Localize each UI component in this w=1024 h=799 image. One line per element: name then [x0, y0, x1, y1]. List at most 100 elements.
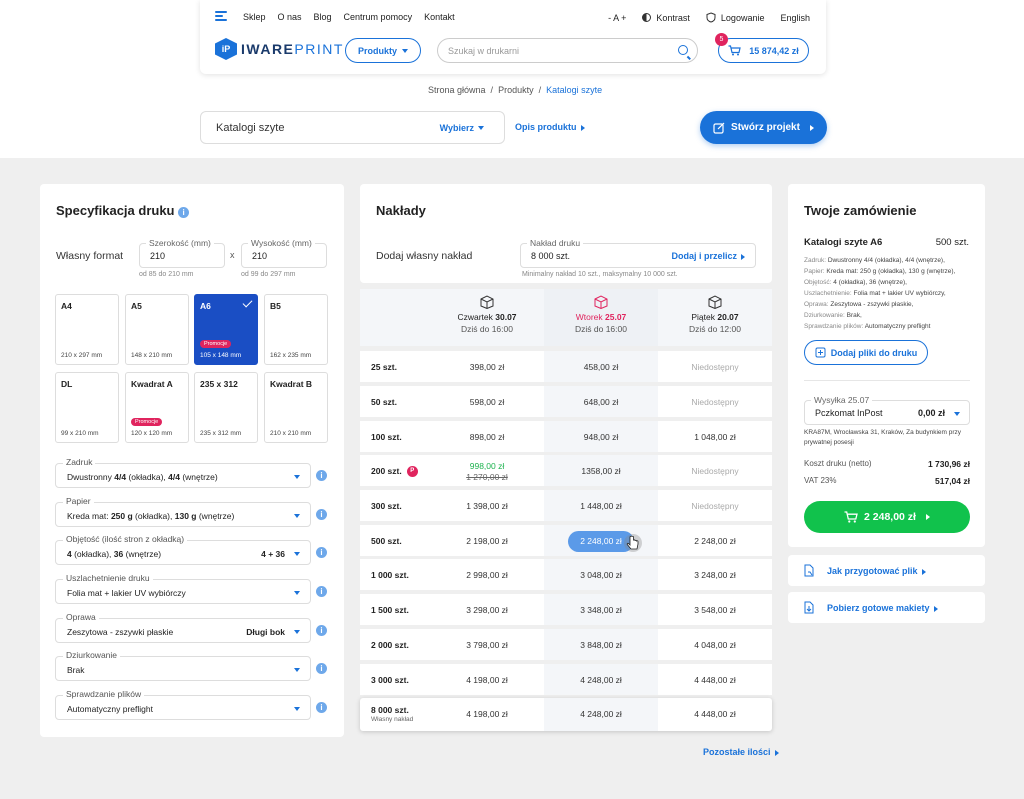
price-cell[interactable]: 648,00 zł [544, 397, 658, 407]
info-icon[interactable]: i [316, 470, 327, 481]
table-row-selected[interactable]: 500 szt. 2 198,00 zł 2 248,00 zł 2 248,00 … [360, 525, 772, 556]
format-dl[interactable]: DL 99 x 210 mm [55, 372, 119, 443]
width-field[interactable]: Szerokość (mm) 210 [139, 238, 225, 268]
price-cell[interactable]: 3 248,00 zł [658, 570, 772, 580]
nav-help[interactable]: Centrum pomocy [344, 12, 413, 22]
info-icon[interactable]: i [316, 586, 327, 597]
pages-option-select[interactable]: Objętość (ilość stron z okładką) 4 (okład… [55, 534, 311, 565]
price-cell[interactable]: 3 048,00 zł [544, 570, 658, 580]
price-cell[interactable]: 598,00 zł [430, 397, 544, 407]
price-cell[interactable]: 458,00 zł [544, 362, 658, 372]
format-a5[interactable]: A5 148 x 210 mm [125, 294, 189, 365]
price-cell[interactable]: 4 198,00 zł [430, 675, 544, 685]
templates-link[interactable]: Pobierz gotowe makiety [827, 603, 938, 613]
price-cell[interactable]: 4 198,00 zł [430, 709, 544, 719]
nav-blog[interactable]: Blog [314, 12, 332, 22]
format-b5[interactable]: B5 162 x 235 mm [264, 294, 328, 365]
file-guide-link[interactable]: Jak przygotować plik [827, 566, 926, 576]
table-row[interactable]: 2 000 szt. 3 798,00 zł 3 848,00 zł 4 048,00… [360, 629, 772, 660]
shipping-select[interactable]: Wysyłka 25.07 Pczkomat InPost 0,00 zł [804, 395, 970, 425]
table-row-custom[interactable]: 8 000 szt. Własny nakład 4 198,00 zł 4 248,… [360, 698, 772, 731]
table-row[interactable]: 3 000 szt. 4 198,00 zł 4 248,00 zł 4 448,00… [360, 664, 772, 695]
format-kwadrat-a[interactable]: Kwadrat A Promocje 120 x 120 mm [125, 372, 189, 443]
format-235x312[interactable]: 235 x 312 235 x 312 mm [194, 372, 258, 443]
info-icon[interactable]: i [316, 509, 327, 520]
price-cell[interactable]: 1 448,00 zł [544, 501, 658, 511]
price-cell[interactable]: 1 048,00 zł [658, 432, 772, 442]
price-cell-promo[interactable]: 998,00 zł [430, 461, 544, 471]
menu-icon[interactable] [215, 11, 227, 23]
table-row[interactable]: 300 szt. 1 398,00 zł 1 448,00 zł Niedostępn… [360, 490, 772, 521]
checkout-button[interactable]: 2 248,00 zł [804, 501, 970, 533]
table-row[interactable]: 100 szt. 898,00 zł 948,00 zł 1 048,00 zł [360, 421, 772, 452]
format-kwadrat-b[interactable]: Kwadrat B 210 x 210 mm [264, 372, 328, 443]
height-field[interactable]: Wysokość (mm) 210 [241, 238, 327, 268]
info-icon[interactable]: i [316, 625, 327, 636]
price-cell[interactable]: 4 248,00 zł [544, 709, 658, 719]
detail-value: Kreda mat: 250 g (okładka), 130 g (wnętr… [824, 268, 956, 275]
logo[interactable]: iP IWAREPRINT [215, 38, 344, 60]
binding-option-select[interactable]: Oprawa Zeszytowa - zszywki płaskie Długi b… [55, 612, 311, 643]
info-icon[interactable]: i [316, 702, 327, 713]
table-row[interactable]: 25 szt. 398,00 zł 458,00 zł Niedostępny [360, 351, 772, 382]
info-icon[interactable]: i [316, 663, 327, 674]
price-cell[interactable]: 898,00 zł [430, 432, 544, 442]
table-row[interactable]: 50 szt. 598,00 zł 648,00 zł Niedostępny [360, 386, 772, 417]
table-row[interactable]: 200 szt. P 998,00 zł 1 270,00 zł 1358,00 zł N… [360, 455, 772, 486]
paper-option-select[interactable]: Papier Kreda mat: 250 g (okładka), 130 g … [55, 496, 311, 527]
table-row[interactable]: 1 000 szt. 2 998,00 zł 3 048,00 zł 3 248,00… [360, 559, 772, 590]
price-cell[interactable]: 2 198,00 zł [430, 536, 544, 546]
detail-key: Objętość: [804, 279, 832, 286]
more-quantities-link[interactable]: Pozostałe ilości [703, 747, 779, 757]
products-dropdown[interactable]: Produkty [345, 38, 421, 63]
file-check-option-select[interactable]: Sprawdzanie plików Automatyczny preflight [55, 689, 311, 720]
price-cell[interactable]: 3 548,00 zł [658, 605, 772, 615]
breadcrumb-home[interactable]: Strona główna [428, 85, 486, 95]
format-a6-selected[interactable]: A6 Promocje 105 x 148 mm [194, 294, 258, 365]
create-project-button[interactable]: Stwórz projekt [700, 111, 827, 144]
price-cell[interactable]: 1 398,00 zł [430, 501, 544, 511]
product-selector[interactable]: Katalogi szyte Wybierz [200, 111, 505, 144]
login-link[interactable]: Logowanie [706, 12, 764, 23]
punching-option-select[interactable]: Dziurkowanie Brak [55, 650, 311, 681]
nav-about[interactable]: O nas [278, 12, 302, 22]
price-cell[interactable]: 3 298,00 zł [430, 605, 544, 615]
price-cell[interactable]: 4 048,00 zł [658, 640, 772, 650]
contrast-toggle[interactable]: Kontrast [642, 13, 690, 23]
price-cell[interactable]: 398,00 zł [430, 362, 544, 372]
nav-contact[interactable]: Kontakt [424, 12, 455, 22]
price-cell[interactable]: 1358,00 zł [544, 466, 658, 476]
breadcrumb-products[interactable]: Produkty [498, 85, 534, 95]
add-files-button[interactable]: Dodaj pliki do druku [804, 340, 928, 365]
delivery-date-column[interactable]: Piątek 20.07 Dziś do 12:00 [658, 289, 772, 334]
search-input[interactable]: Szukaj w drukarni [437, 38, 698, 63]
finishing-option-select[interactable]: Uszlachetnienie druku Folia mat + lakier … [55, 573, 311, 604]
price-cell[interactable]: 3 848,00 zł [544, 640, 658, 650]
info-icon[interactable]: i [316, 547, 327, 558]
search-icon[interactable] [678, 45, 688, 55]
choose-product-button[interactable]: Wybierz [440, 123, 484, 133]
product-description-link[interactable]: Opis produktu [515, 122, 585, 132]
price-cell[interactable]: 4 448,00 zł [658, 675, 772, 685]
price-cell[interactable]: 948,00 zł [544, 432, 658, 442]
vat-value: 517,04 zł [935, 476, 970, 486]
nav-shop[interactable]: Sklep [243, 12, 266, 22]
price-cell[interactable]: 4 248,00 zł [544, 675, 658, 685]
language-switch[interactable]: English [780, 13, 810, 23]
format-a4[interactable]: A4 210 x 297 mm [55, 294, 119, 365]
cart-button[interactable]: 15 874,42 zł [718, 38, 809, 63]
delivery-date-column[interactable]: Czwartek 30.07 Dziś do 16:00 [430, 289, 544, 334]
price-cell[interactable]: 4 448,00 zł [658, 709, 772, 719]
delivery-date-column-selected[interactable]: Wtorek 25.07 Dziś do 16:00 [544, 289, 658, 334]
price-cell[interactable]: 2 248,00 zł [658, 536, 772, 546]
quantity-input[interactable]: Nakład druku 8 000 szt. Dodaj i przelicz [520, 238, 756, 268]
table-row[interactable]: 1 500 szt. 3 298,00 zł 3 348,00 zł 3 548,00… [360, 594, 772, 625]
add-recalculate-button[interactable]: Dodaj i przelicz [671, 251, 745, 261]
info-icon[interactable]: i [178, 207, 190, 218]
chevron-right-icon [741, 253, 745, 260]
price-cell[interactable]: 2 998,00 zł [430, 570, 544, 580]
font-size-control[interactable]: - A + [608, 13, 626, 23]
print-option-select[interactable]: Zadruk Dwustronny 4/4 (okładka), 4/4 (wnę… [55, 457, 311, 488]
price-cell[interactable]: 3 798,00 zł [430, 640, 544, 650]
price-cell[interactable]: 3 348,00 zł [544, 605, 658, 615]
